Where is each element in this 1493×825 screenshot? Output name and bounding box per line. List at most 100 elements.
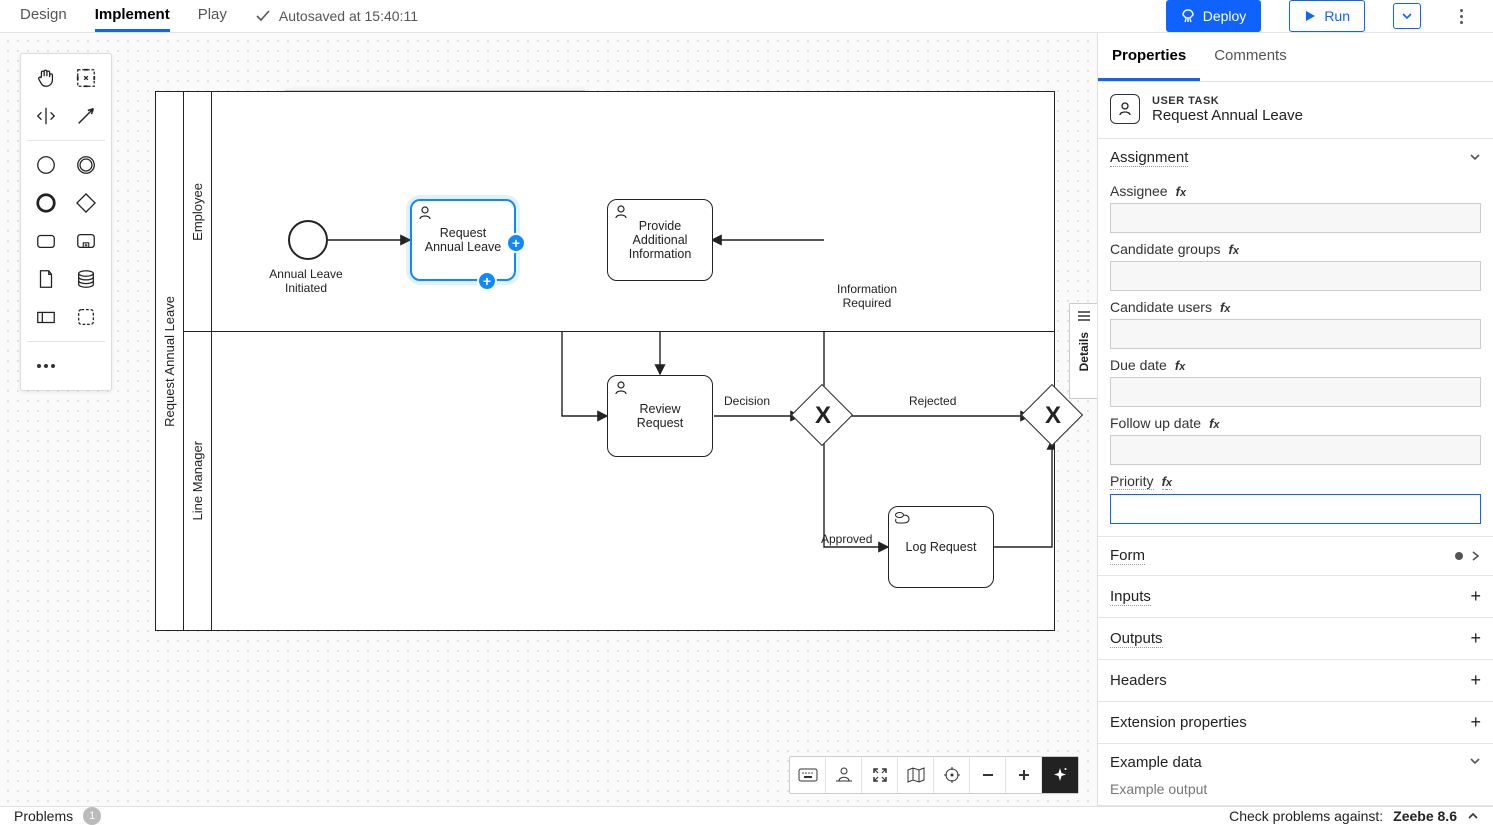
lasso-tool[interactable]	[67, 60, 105, 96]
menu-icon	[1077, 310, 1091, 322]
connect-tool[interactable]	[67, 98, 105, 134]
bpmn-pool[interactable]: Request Annual Leave Employee Annual Lea…	[155, 91, 1055, 631]
edge-label-rejected: Rejected	[909, 394, 956, 408]
input-due-date[interactable]	[1110, 377, 1481, 407]
add-ext-prop[interactable]: +	[1470, 712, 1481, 733]
start-event-tool[interactable]	[27, 147, 65, 183]
run-dropdown[interactable]	[1393, 3, 1421, 29]
token-sim[interactable]	[826, 757, 862, 793]
lane-title-employee: Employee	[190, 183, 205, 241]
input-followup[interactable]	[1110, 435, 1481, 465]
properties-panel: Properties Comments USER TASK Request An…	[1097, 33, 1493, 806]
task-log-request[interactable]: Log Request	[888, 506, 994, 588]
gateway-merge[interactable]: X	[1030, 393, 1076, 439]
reset-view[interactable]	[934, 757, 970, 793]
canvas-controls	[789, 756, 1079, 794]
lane-title-manager: Line Manager	[190, 441, 205, 521]
chevron-down-icon	[1469, 151, 1481, 163]
pool-tool[interactable]	[27, 299, 65, 335]
intermediate-event-tool[interactable]	[67, 147, 105, 183]
hand-tool[interactable]	[27, 60, 65, 96]
user-task-icon	[417, 205, 433, 221]
group-tool[interactable]	[67, 299, 105, 335]
start-event-label: Annual Leave Initiated	[256, 267, 356, 295]
top-bar: Design Implement Play Autosaved at 15:40…	[0, 0, 1493, 33]
append-right-handle[interactable]: +	[506, 233, 526, 253]
label-candidate-users: Candidate usersfx	[1110, 295, 1481, 315]
chevron-up-icon[interactable]	[1467, 810, 1479, 822]
append-bottom-handle[interactable]: +	[477, 271, 497, 291]
task-provide-info[interactable]: Provide Additional Information	[607, 199, 713, 281]
tab-design[interactable]: Design	[20, 0, 67, 32]
element-name: Request Annual Leave	[1152, 107, 1303, 124]
section-headers-header[interactable]: Headers+	[1098, 660, 1493, 701]
label-assignee: Assigneefx	[1110, 179, 1481, 199]
user-task-icon	[613, 204, 629, 220]
section-assignment-header[interactable]: Assignment	[1098, 139, 1493, 177]
input-candidate-groups[interactable]	[1110, 261, 1481, 291]
add-header[interactable]: +	[1470, 670, 1481, 691]
element-type-label: USER TASK	[1152, 95, 1303, 107]
tab-implement[interactable]: Implement	[95, 0, 170, 32]
user-task-type-icon	[1110, 94, 1140, 124]
label-followup: Follow up datefx	[1110, 411, 1481, 431]
deploy-button[interactable]: Deploy	[1166, 0, 1262, 32]
edge-label-info: Information Required	[827, 282, 907, 310]
tool-palette	[20, 53, 112, 391]
gateway-tool[interactable]	[67, 185, 105, 221]
fullscreen[interactable]	[862, 757, 898, 793]
section-ext-header[interactable]: Extension properties+	[1098, 702, 1493, 743]
add-input[interactable]: +	[1470, 586, 1481, 607]
input-candidate-users[interactable]	[1110, 319, 1481, 349]
start-event[interactable]	[288, 220, 328, 260]
data-object-tool[interactable]	[27, 261, 65, 297]
more-menu[interactable]	[1449, 1, 1473, 32]
lane-line-manager[interactable]: Line Manager	[184, 332, 1054, 630]
task-review-request[interactable]: Review Request	[607, 375, 713, 457]
task-tool[interactable]	[27, 223, 65, 259]
tab-play[interactable]: Play	[198, 0, 227, 32]
data-store-tool[interactable]	[67, 261, 105, 297]
label-candidate-groups: Candidate groupsfx	[1110, 237, 1481, 257]
problems-link[interactable]: Problems	[14, 808, 73, 824]
engine-version[interactable]: Zeebe 8.6	[1393, 808, 1457, 824]
play-icon	[1304, 10, 1316, 22]
section-form-header[interactable]: Form	[1098, 537, 1493, 575]
task-request-annual-leave[interactable]: Request Annual Leave + +	[410, 199, 516, 281]
zoom-in[interactable]	[1006, 757, 1042, 793]
subprocess-tool[interactable]	[67, 223, 105, 259]
ai-assist[interactable]	[1042, 757, 1078, 793]
label-priority: Priorityfx	[1110, 469, 1481, 490]
autosave-status: Autosaved at 15:40:11	[255, 8, 418, 24]
status-bar: Problems 1 Check problems against: Zeebe…	[0, 806, 1493, 825]
gateway-decision[interactable]: X	[800, 393, 846, 439]
canvas[interactable]: Request Annual Leave Employee Annual Lea…	[0, 33, 1097, 806]
check-icon	[255, 8, 271, 24]
section-inputs-header[interactable]: Inputs+	[1098, 576, 1493, 617]
add-output[interactable]: +	[1470, 628, 1481, 649]
panel-tab-comments[interactable]: Comments	[1200, 33, 1301, 81]
zoom-out[interactable]	[970, 757, 1006, 793]
section-example-data-header[interactable]: Example data	[1098, 744, 1493, 781]
input-priority[interactable]	[1110, 494, 1481, 524]
section-outputs-header[interactable]: Outputs+	[1098, 618, 1493, 659]
service-task-icon	[894, 511, 910, 525]
run-button[interactable]: Run	[1289, 0, 1365, 32]
details-tab[interactable]: Details	[1069, 303, 1097, 399]
lane-employee[interactable]: Employee Annual Leave Initiated Request …	[184, 92, 1054, 332]
edge-label-decision: Decision	[724, 394, 770, 408]
edge-label-approved: Approved	[821, 532, 872, 546]
end-event-tool[interactable]	[27, 185, 65, 221]
chevron-down-icon	[1402, 11, 1412, 21]
panel-tab-properties[interactable]: Properties	[1098, 33, 1200, 81]
keyboard-shortcuts[interactable]	[790, 757, 826, 793]
mode-tabs: Design Implement Play	[20, 0, 227, 32]
user-task-icon	[613, 380, 629, 396]
minimap[interactable]	[898, 757, 934, 793]
more-tools[interactable]	[27, 348, 105, 384]
problems-count: 1	[83, 807, 101, 825]
section-assignment: Assignment Assigneefx Candidate groupsfx…	[1098, 139, 1493, 537]
space-tool[interactable]	[27, 98, 65, 134]
input-assignee[interactable]	[1110, 203, 1481, 233]
check-against-label: Check problems against:	[1229, 808, 1383, 824]
